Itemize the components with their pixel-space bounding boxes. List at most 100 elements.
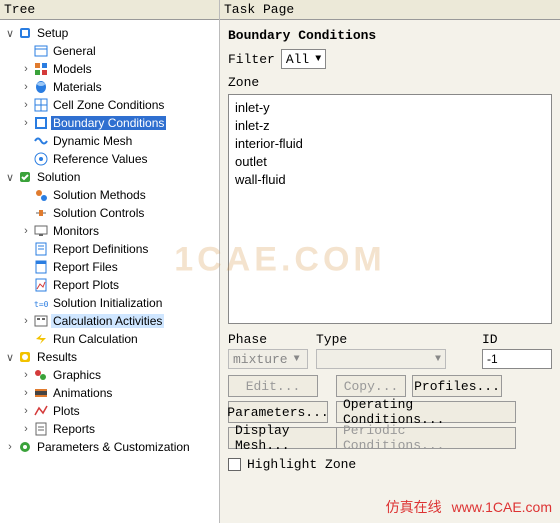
filter-value: All <box>286 52 309 67</box>
chevron-down-icon[interactable]: ∨ <box>4 351 16 364</box>
dynamic-mesh-icon <box>33 133 49 149</box>
profiles-button[interactable]: Profiles... <box>412 375 502 397</box>
copy-button: Copy... <box>336 375 406 397</box>
tree-label: Results <box>35 350 79 364</box>
display-mesh-button[interactable]: Display Mesh... <box>228 427 338 449</box>
tree-label: Calculation Activities <box>51 314 164 328</box>
tree-label: Animations <box>51 386 114 400</box>
zone-item[interactable]: outlet <box>235 153 545 171</box>
highlight-zone-label: Highlight Zone <box>247 457 356 472</box>
tree-calculation-activities[interactable]: › Calculation Activities <box>18 312 219 330</box>
chevron-right-icon[interactable]: › <box>20 405 32 417</box>
edit-button: Edit... <box>228 375 318 397</box>
chevron-right-icon[interactable]: › <box>20 423 32 435</box>
tree-results[interactable]: ∨ Results <box>2 348 219 366</box>
zone-item[interactable]: wall-fluid <box>235 171 545 189</box>
chevron-right-icon[interactable]: › <box>20 315 32 327</box>
tree-monitors[interactable]: › Monitors <box>18 222 219 240</box>
id-label: ID <box>482 332 552 347</box>
highlight-zone-checkbox[interactable] <box>228 458 241 471</box>
run-icon <box>33 331 49 347</box>
zone-label: Zone <box>228 75 552 90</box>
type-label: Type <box>316 332 474 347</box>
boundary-conditions-heading: Boundary Conditions <box>228 28 552 43</box>
tree-label: Solution Methods <box>51 188 148 202</box>
methods-icon <box>33 187 49 203</box>
chevron-right-icon[interactable]: › <box>20 99 32 111</box>
tree-solution[interactable]: ∨ Solution <box>2 168 219 186</box>
setup-icon <box>17 25 33 41</box>
tree-general[interactable]: • General <box>18 42 219 60</box>
tree-run-calculation[interactable]: • Run Calculation <box>18 330 219 348</box>
chevron-right-icon[interactable]: › <box>20 387 32 399</box>
operating-conditions-button[interactable]: Operating Conditions... <box>336 401 516 423</box>
cell-zone-icon <box>33 97 49 113</box>
reports-icon <box>33 421 49 437</box>
zone-item[interactable]: inlet-y <box>235 99 545 117</box>
graphics-icon <box>33 367 49 383</box>
tree-cell-zone[interactable]: › Cell Zone Conditions <box>18 96 219 114</box>
report-plots-icon <box>33 277 49 293</box>
periodic-conditions-button: Periodic Conditions... <box>336 427 516 449</box>
tree-label: General <box>51 44 98 58</box>
tree-parameters-customization[interactable]: › Parameters & Customization <box>2 438 219 456</box>
calc-activities-icon <box>33 313 49 329</box>
tree-dynamic-mesh[interactable]: • Dynamic Mesh <box>18 132 219 150</box>
controls-icon <box>33 205 49 221</box>
tree-plots[interactable]: › Plots <box>18 402 219 420</box>
tree-reference-values[interactable]: • Reference Values <box>18 150 219 168</box>
tree-materials[interactable]: › Materials <box>18 78 219 96</box>
chevron-down-icon[interactable]: ∨ <box>4 27 16 40</box>
chevron-right-icon[interactable]: › <box>4 441 16 453</box>
zone-item[interactable]: inlet-z <box>235 117 545 135</box>
phase-select: mixture ▼ <box>228 349 308 369</box>
tree-report-plots[interactable]: • Report Plots <box>18 276 219 294</box>
animations-icon <box>33 385 49 401</box>
tree-report-files[interactable]: • Report Files <box>18 258 219 276</box>
chevron-down-icon: ▼ <box>435 354 441 365</box>
chevron-right-icon[interactable]: › <box>20 225 32 237</box>
tree-reports[interactable]: › Reports <box>18 420 219 438</box>
chevron-down-icon: ▼ <box>315 54 321 65</box>
tree-label: Models <box>51 62 94 76</box>
svg-text:t=0: t=0 <box>34 300 49 309</box>
monitors-icon <box>33 223 49 239</box>
materials-icon <box>33 79 49 95</box>
filter-select[interactable]: All ▼ <box>281 49 326 69</box>
tree-label: Materials <box>51 80 104 94</box>
tree-models[interactable]: › Models <box>18 60 219 78</box>
tree-boundary-conditions[interactable]: › Boundary Conditions <box>18 114 219 132</box>
chevron-down-icon[interactable]: ∨ <box>4 171 16 184</box>
tree-label: Cell Zone Conditions <box>51 98 166 112</box>
tree-setup[interactable]: ∨ Setup <box>2 24 219 42</box>
id-field[interactable]: -1 <box>482 349 552 369</box>
zone-item[interactable]: interior-fluid <box>235 135 545 153</box>
report-files-icon <box>33 259 49 275</box>
parameters-button[interactable]: Parameters... <box>228 401 328 423</box>
tree-animations[interactable]: › Animations <box>18 384 219 402</box>
params-icon <box>17 439 33 455</box>
tree-graphics[interactable]: › Graphics <box>18 366 219 384</box>
tree-label: Solution Initialization <box>51 296 164 310</box>
chevron-right-icon[interactable]: › <box>20 63 32 75</box>
tree-label: Monitors <box>51 224 101 238</box>
chevron-right-icon[interactable]: › <box>20 369 32 381</box>
tree-label: Graphics <box>51 368 103 382</box>
chevron-right-icon[interactable]: › <box>20 81 32 93</box>
tree-label: Run Calculation <box>51 332 140 346</box>
tree-label: Solution Controls <box>51 206 146 220</box>
chevron-right-icon[interactable]: › <box>20 117 32 129</box>
type-select: ▼ <box>316 349 446 369</box>
task-pane-title: Task Page <box>220 0 560 20</box>
models-icon <box>33 61 49 77</box>
tree-report-definitions[interactable]: • Report Definitions <box>18 240 219 258</box>
general-icon <box>33 43 49 59</box>
phase-label: Phase <box>228 332 308 347</box>
chevron-down-icon: ▼ <box>294 354 300 365</box>
boundary-icon <box>33 115 49 131</box>
tree-solution-controls[interactable]: • Solution Controls <box>18 204 219 222</box>
tree-label: Boundary Conditions <box>51 116 166 130</box>
zone-listbox[interactable]: inlet-y inlet-z interior-fluid outlet wa… <box>228 94 552 324</box>
tree-solution-initialization[interactable]: • t=0 Solution Initialization <box>18 294 219 312</box>
tree-solution-methods[interactable]: • Solution Methods <box>18 186 219 204</box>
